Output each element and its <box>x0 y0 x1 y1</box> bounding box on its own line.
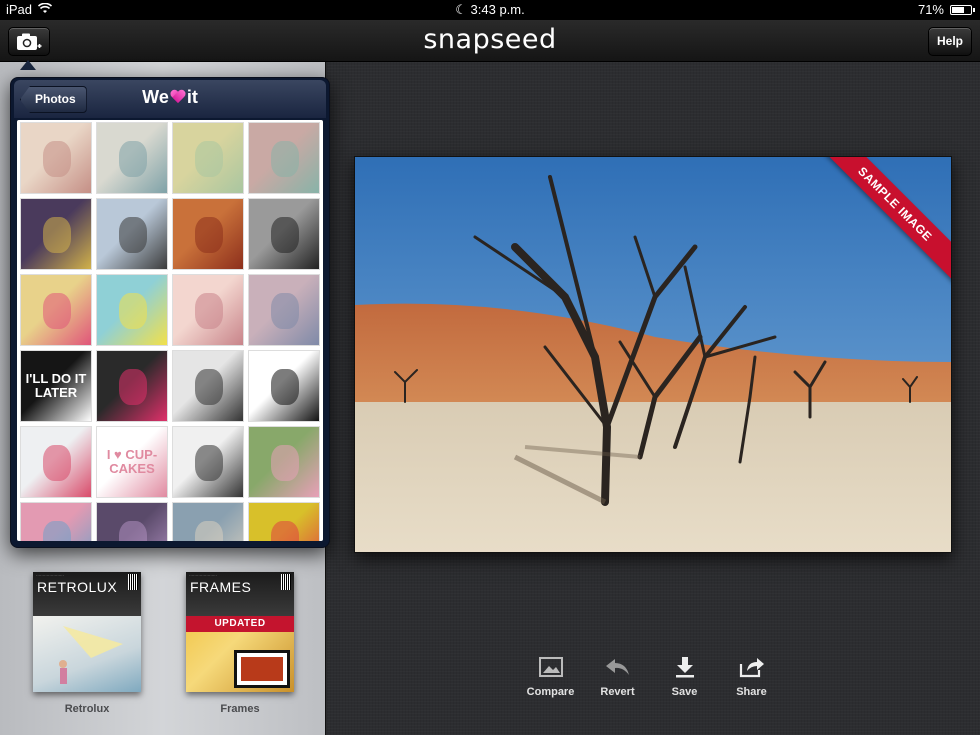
thumbnail-subject <box>43 141 71 177</box>
photo-thumbnail[interactable] <box>20 198 92 270</box>
thumbnail-subject <box>119 521 147 541</box>
filter-thumbnail: ····················· FRAMES UPDATED <box>186 572 294 692</box>
photo-thumbnail[interactable] <box>172 122 244 194</box>
filter-caption: Retrolux <box>64 703 110 715</box>
save-button[interactable]: Save <box>651 652 718 698</box>
photo-thumbnail[interactable] <box>248 350 320 422</box>
revert-arrow-icon <box>605 659 629 675</box>
help-button[interactable]: Help <box>928 27 972 56</box>
photo-thumbnail[interactable] <box>172 350 244 422</box>
photo-thumbnail[interactable]: I'LL DO IT LATER <box>20 350 92 422</box>
thumbnail-subject <box>43 445 71 481</box>
photo-grid: I'LL DO IT LATER I ♥ CUP-CAKES <box>20 122 320 541</box>
popover-header: Photos We it <box>14 80 326 118</box>
thumbnail-subject <box>43 293 71 329</box>
popover-arrow <box>20 60 36 70</box>
photo-thumbnail[interactable] <box>172 198 244 270</box>
top-navbar: snapseed Help <box>0 20 980 62</box>
photo-thumbnail[interactable] <box>96 122 168 194</box>
compare-label: Compare <box>526 686 575 698</box>
filter-tile-frames[interactable]: ····················· FRAMES UPDATED Fra… <box>178 572 302 715</box>
photo-thumbnail[interactable] <box>248 274 320 346</box>
thumbnail-subject <box>195 445 223 481</box>
thumbnail-text: I ♥ CUP-CAKES <box>106 447 158 476</box>
thumbnail-subject <box>271 217 299 253</box>
filter-title: RETROLUX <box>37 579 118 595</box>
photo-thumbnail[interactable] <box>96 198 168 270</box>
share-label: Share <box>736 686 767 698</box>
status-bar: iPad ☾ 3:43 p.m. 71% <box>0 0 980 20</box>
thumbnail-subject <box>271 521 299 541</box>
album-title-suffix: it <box>186 87 198 107</box>
thumbnail-subject <box>271 293 299 329</box>
photo-thumbnail[interactable] <box>20 502 92 541</box>
filter-tile-retrolux[interactable]: ····················· RETROLUX Retrolux <box>25 572 149 715</box>
compare-button[interactable]: Compare <box>517 652 584 698</box>
photo-thumbnail[interactable] <box>248 502 320 541</box>
moon-icon: ☾ <box>455 2 467 17</box>
save-label: Save <box>671 686 698 698</box>
thumbnail-text: I'LL DO IT LATER <box>25 371 87 400</box>
filter-caption: Frames <box>220 703 260 715</box>
status-time: 3:43 p.m. <box>470 2 525 17</box>
filter-thumbnail: ····················· RETROLUX <box>33 572 141 692</box>
thumbnail-subject <box>195 141 223 177</box>
thumbnail-subject <box>119 141 147 177</box>
photo-thumbnail[interactable] <box>248 122 320 194</box>
photo-thumbnail[interactable] <box>96 502 168 541</box>
photo-thumbnail[interactable] <box>20 274 92 346</box>
thumbnail-subject <box>271 445 299 481</box>
thumbnail-subject <box>119 369 147 405</box>
photo-grid-container: I'LL DO IT LATER I ♥ CUP-CAKES <box>17 120 323 541</box>
thumbnail-subject <box>43 521 71 541</box>
share-arrow-icon <box>739 658 764 678</box>
frame-sample <box>234 650 290 688</box>
revert-button[interactable]: Revert <box>584 652 651 698</box>
thumbnail-subject <box>195 369 223 405</box>
photo-thumbnail[interactable] <box>172 274 244 346</box>
thumbnail-subject <box>43 217 71 253</box>
photo-thumbnail[interactable] <box>96 274 168 346</box>
filter-title: FRAMES <box>190 579 252 595</box>
download-save-icon <box>675 657 694 678</box>
thumbnail-subject <box>119 217 147 253</box>
album-title: We it <box>14 87 326 108</box>
thumbnail-subject <box>195 521 223 541</box>
photo-thumbnail[interactable] <box>96 350 168 422</box>
thumbnail-subject <box>119 293 147 329</box>
image-compare-icon <box>538 657 563 677</box>
photo-thumbnail[interactable] <box>20 122 92 194</box>
thumbnail-subject <box>195 217 223 253</box>
thumbnail-subject <box>271 369 299 405</box>
barcode-graphic <box>281 574 291 590</box>
barcode-graphic <box>128 574 138 590</box>
share-button[interactable]: Share <box>718 652 785 698</box>
photo-thumbnail[interactable] <box>172 426 244 498</box>
album-title-prefix: We <box>142 87 169 107</box>
desert-trees-image <box>355 157 951 552</box>
editor-canvas: SAMPLE IMAGE Compare Revert Save Share <box>327 62 980 735</box>
updated-badge: UPDATED <box>186 616 294 632</box>
app-logo: snapseed <box>423 24 557 55</box>
thumbnail-subject <box>271 141 299 177</box>
snapseed-app: iPad ☾ 3:43 p.m. 71% snapseed Help ·····… <box>0 0 980 735</box>
sample-photo[interactable]: SAMPLE IMAGE <box>354 156 952 553</box>
photo-thumbnail[interactable] <box>172 502 244 541</box>
photo-thumbnail[interactable]: I ♥ CUP-CAKES <box>96 426 168 498</box>
photo-thumbnail[interactable] <box>248 198 320 270</box>
retrolux-preview <box>33 616 141 692</box>
battery-icon <box>950 4 975 15</box>
revert-label: Revert <box>600 686 635 698</box>
heart-icon <box>170 90 186 104</box>
thumbnail-subject <box>195 293 223 329</box>
photo-thumbnail[interactable] <box>248 426 320 498</box>
battery-percent: 71% <box>917 2 944 17</box>
photo-picker-popover: Photos We it I'LL DO IT LATER I ♥ CUP-CAKE… <box>10 77 330 548</box>
action-toolbar: Compare Revert Save Share <box>517 652 785 698</box>
photo-thumbnail[interactable] <box>20 426 92 498</box>
